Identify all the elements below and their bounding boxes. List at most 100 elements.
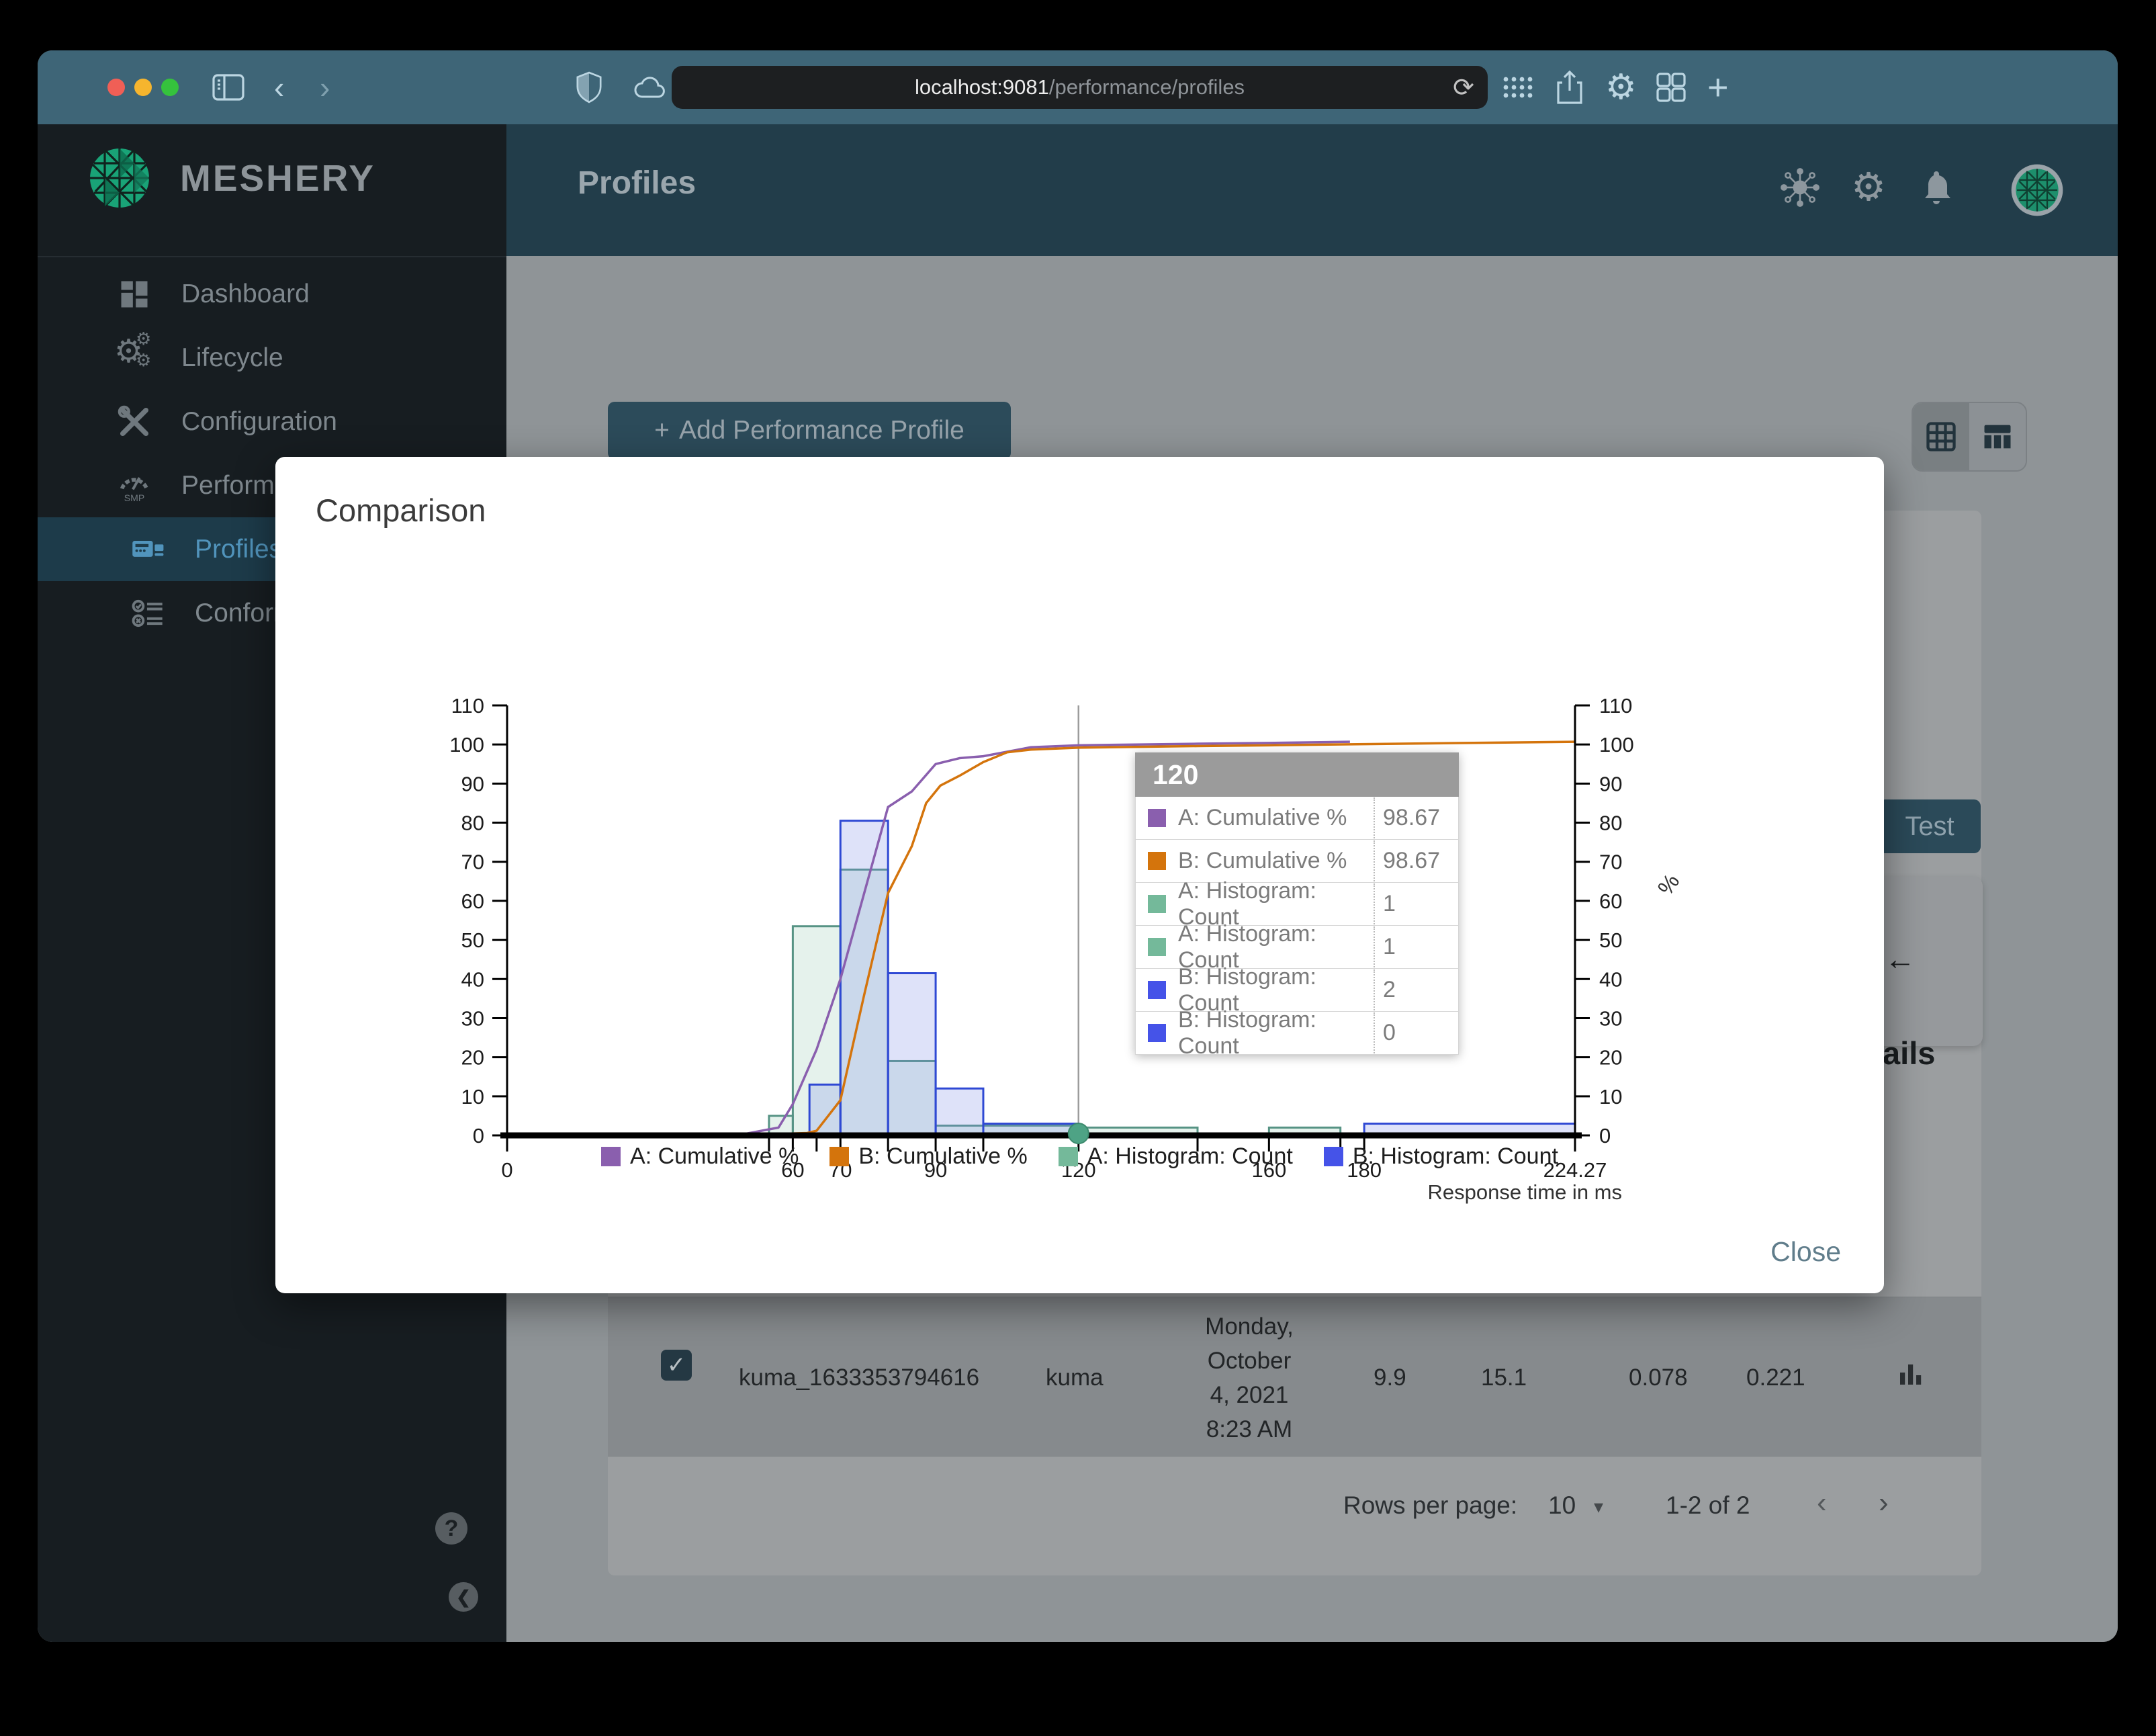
traffic-zoom-button[interactable] <box>161 79 179 96</box>
browser-toolbar: ‹ › localhost:9081/performance/profiles … <box>38 50 2118 124</box>
y-tick-label-right: 30 <box>1599 1006 1622 1030</box>
add-button-label: Add Performance Profile <box>678 416 964 445</box>
check-icon: ✓ <box>666 1352 686 1378</box>
cell-profile-name: kuma_1633353794616 <box>739 1364 980 1391</box>
meshery-logo-icon <box>90 148 149 208</box>
table-view-button[interactable] <box>1969 403 2026 470</box>
y-tick-label-right: 100 <box>1599 733 1634 756</box>
y-tick-label-right: 90 <box>1599 772 1622 795</box>
sidebar-item-label: Profiles <box>195 534 283 564</box>
previous-page-icon[interactable]: ‹ <box>1817 1486 1827 1520</box>
tooltip-series-label: A: Cumulative % <box>1178 805 1347 830</box>
conformance-checklist-icon <box>130 596 165 631</box>
sidebar-item-dashboard[interactable]: Dashboard <box>38 262 506 326</box>
y-tick-label: 40 <box>461 967 484 991</box>
rows-per-page-select[interactable]: 10 <box>1548 1491 1576 1520</box>
meshery-logo-row[interactable]: MESHERY <box>87 146 375 210</box>
browser-window: ‹ › localhost:9081/performance/profiles … <box>38 50 2118 1642</box>
forward-button[interactable]: › <box>320 50 330 124</box>
close-button[interactable]: Close <box>1770 1236 1841 1268</box>
tooltip-value: 98.67 <box>1374 840 1458 881</box>
cell-mesh-name: kuma <box>1046 1364 1104 1391</box>
refresh-icon[interactable]: ⟳ <box>1453 73 1474 103</box>
notifications-bell-icon[interactable] <box>1918 167 1958 208</box>
tooltip-row: A: Histogram: Count 1 <box>1135 921 1459 973</box>
legend-item[interactable]: A: Cumulative % <box>601 1143 799 1170</box>
sidebar-item-configuration[interactable]: Configuration <box>38 390 506 453</box>
tooltip-row: B: Cumulative % 98.67 <box>1135 840 1459 883</box>
tooltip-swatch <box>1148 852 1166 870</box>
mesh-adapters-icon[interactable] <box>1780 167 1820 208</box>
legend-label: A: Histogram: Count <box>1087 1143 1293 1169</box>
sidebar-item-label: Dashboard <box>181 279 310 308</box>
y-tick-label: 70 <box>461 851 484 874</box>
legend-item[interactable]: A: Histogram: Count <box>1058 1143 1293 1170</box>
tooltip-row: A: Histogram: Count 1 <box>1135 878 1459 930</box>
comparison-modal: Comparison 0 0 10 10 20 20 30 30 40 40 50 50 60 60 70 7… <box>275 457 1884 1293</box>
tab-overview-icon[interactable] <box>1655 50 1687 124</box>
sidebar-collapse-button[interactable]: ❮ <box>449 1582 478 1612</box>
y-tick-label-right: 80 <box>1599 812 1622 835</box>
settings-gear-icon[interactable]: ⚙ <box>1848 167 1889 208</box>
legend-swatch <box>601 1147 621 1166</box>
x-axis-title: Response time in ms <box>1428 1180 1622 1204</box>
profiles-card-icon <box>130 532 165 567</box>
legend-label: B: Histogram: Count <box>1352 1143 1558 1169</box>
y-tick-label: 90 <box>461 772 484 795</box>
lifecycle-gears-icon: ⚙ ⚙ ⚙ <box>114 328 152 370</box>
url-bar[interactable]: localhost:9081/performance/profiles ⟳ <box>672 66 1488 109</box>
user-avatar[interactable] <box>2010 163 2063 216</box>
right-axis-title: % <box>1652 869 1684 900</box>
y-tick-label: 110 <box>451 694 484 718</box>
tooltip-value: 0 <box>1374 1012 1458 1053</box>
cell-date: Monday, October 4, 2021 8:23 AM <box>1205 1313 1294 1442</box>
y-tick-label: 80 <box>461 812 484 835</box>
tooltip-value: 98.67 <box>1374 797 1458 838</box>
dashboard-icon <box>117 277 152 312</box>
histogram-bar <box>887 972 937 1137</box>
tooltip-swatch <box>1148 809 1166 827</box>
table-row[interactable]: ✓ kuma_1633353794616 kuma Monday, Octobe… <box>608 1297 1981 1457</box>
grid-view-button[interactable] <box>1913 403 1969 470</box>
url-host: localhost:9081 <box>914 75 1049 99</box>
sidebar-item-lifecycle[interactable]: ⚙ ⚙ ⚙ Lifecycle <box>38 326 506 390</box>
extensions-grid-icon[interactable] <box>1500 50 1534 124</box>
tooltip-swatch <box>1148 938 1166 956</box>
legend-item[interactable]: B: Cumulative % <box>829 1143 1028 1170</box>
y-tick-label-right: 70 <box>1599 851 1622 874</box>
caret-down-icon[interactable]: ▾ <box>1594 1495 1603 1518</box>
tooltip-row: B: Histogram: Count 0 <box>1135 1007 1459 1059</box>
traffic-close-button[interactable] <box>107 79 125 96</box>
sidebar-toggle-icon[interactable] <box>211 50 246 124</box>
screenshot-stage: ‹ › localhost:9081/performance/profiles … <box>0 0 2156 1736</box>
histogram-bar <box>839 820 889 1137</box>
y-tick-label-right: 110 <box>1599 694 1632 718</box>
view-results-chart-icon[interactable] <box>1896 1359 1926 1392</box>
legend-swatch <box>1323 1147 1343 1166</box>
configuration-tools-icon <box>117 404 152 439</box>
test-button-label: Test <box>1905 811 1955 841</box>
tooltip-row: B: Histogram: Count 2 <box>1135 964 1459 1016</box>
y-tick-label-right: 10 <box>1599 1085 1622 1109</box>
help-button[interactable]: ? <box>435 1512 467 1545</box>
run-test-button[interactable]: Test <box>1879 799 1981 853</box>
row-checkbox[interactable]: ✓ <box>661 1350 692 1381</box>
legend-item[interactable]: B: Histogram: Count <box>1323 1143 1558 1170</box>
traffic-minimize-button[interactable] <box>134 79 152 96</box>
cell-qps: 9.9 <box>1374 1364 1406 1391</box>
collapse-chevron-icon: ❮ <box>456 1586 471 1607</box>
new-tab-icon[interactable]: + <box>1707 50 1729 124</box>
brand-wordmark: MESHERY <box>180 157 375 199</box>
privacy-shield-icon[interactable] <box>575 50 603 124</box>
back-button[interactable]: ‹ <box>274 50 284 124</box>
left-arrow-icon[interactable]: ← <box>1885 941 1916 977</box>
add-performance-profile-button[interactable]: + Add Performance Profile <box>608 402 1011 460</box>
cloud-icon[interactable] <box>631 50 669 124</box>
histogram-bar <box>808 1083 842 1137</box>
y-tick-label-right: 20 <box>1599 1046 1622 1070</box>
histogram-bar <box>934 1087 985 1137</box>
next-page-icon[interactable]: › <box>1879 1486 1889 1520</box>
browser-settings-gear-icon[interactable]: ⚙ <box>1605 50 1637 124</box>
share-icon[interactable] <box>1554 50 1585 124</box>
cell-p50: 0.078 <box>1629 1364 1688 1391</box>
